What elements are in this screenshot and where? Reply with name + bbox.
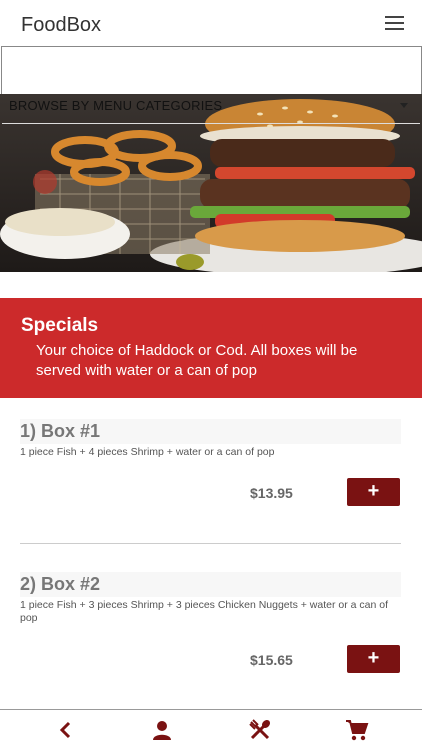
menu-item-title: 1) Box #1 [20,419,401,444]
divider [20,543,401,544]
cart-icon[interactable] [345,718,369,742]
search-input[interactable] [1,46,422,95]
add-to-cart-button[interactable]: + [347,645,400,673]
menu-item: 2) Box #2 1 piece Fish + 3 pieces Shrimp… [20,572,401,625]
app-title: FoodBox [21,14,102,36]
add-to-cart-button[interactable]: + [347,478,400,506]
category-select-label: BROWSE BY MENU CATEGORIES [9,98,223,113]
user-icon[interactable] [150,718,174,742]
menu-item-title: 2) Box #2 [20,572,401,597]
menu-item-price: $15.65 [250,652,293,668]
specials-banner: Specials Your choice of Haddock or Cod. … [0,298,422,398]
chevron-down-icon [400,103,408,108]
hamburger-menu-icon[interactable] [385,16,407,32]
plus-icon: + [367,480,380,502]
bottom-nav [0,709,422,750]
menu-item-description: 1 piece Fish + 3 pieces Shrimp + 3 piece… [20,599,388,624]
category-select[interactable]: BROWSE BY MENU CATEGORIES [2,96,420,124]
menu-item: 1) Box #1 1 piece Fish + 4 pieces Shrimp… [20,419,401,459]
back-chevron-icon[interactable] [54,718,78,742]
menu-item-description: 1 piece Fish + 4 pieces Shrimp + water o… [20,446,275,458]
fork-spoon-icon[interactable] [248,718,272,742]
specials-title: Specials [21,315,99,336]
specials-description: Your choice of Haddock or Cod. All boxes… [36,342,358,379]
plus-icon: + [367,647,380,669]
top-bar: FoodBox [0,0,422,48]
menu-item-price: $13.95 [250,485,293,501]
